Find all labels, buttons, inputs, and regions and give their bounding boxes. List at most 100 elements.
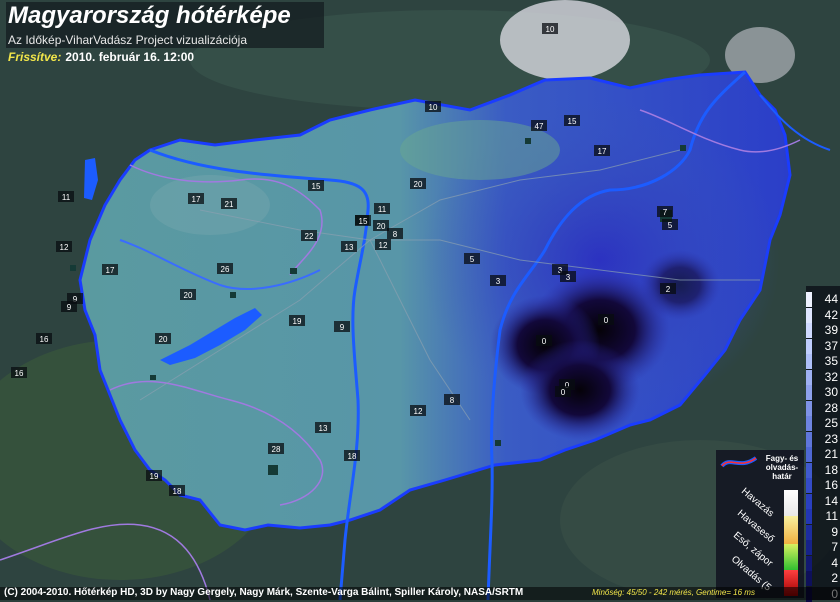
scale-tick: 16 [824,478,838,492]
scale-tick: 14 [824,493,838,508]
scale-tick: 23 [824,431,838,446]
scale-swatch [806,571,812,586]
station-value: 20 [377,222,386,231]
scale-swatch [806,540,812,555]
scale-swatch [806,524,812,540]
footer-bar: (C) 2004-2010. Hőtérkép HD, 3D by Nagy G… [0,587,840,600]
station-value: 5 [470,255,475,264]
copyright-text: (C) 2004-2010. Hőtérkép HD, 3D by Nagy G… [4,587,524,598]
station-value: 16 [40,335,49,344]
frost-line-text: olvadás- [765,463,799,472]
scale-swatch [806,385,812,400]
scale-swatch [806,323,812,338]
scale-tick: 28 [824,400,838,415]
station-value: 10 [429,103,438,112]
frost-line-text: határ [772,472,792,481]
snow-depth-map: 10104715171517212011152082213 12111217 265… [0,0,840,600]
station-value: 18 [173,487,182,496]
hills [150,175,270,235]
sleet-color [784,516,798,544]
title-panel: Magyarország hótérképe Az Időkép-ViharVa… [6,2,324,48]
scale-tick: 2 [831,571,838,585]
station-value: 11 [62,193,71,202]
update-info: Frissítve: 2010. február 16. 12:00 [8,50,194,64]
station-value: 0 [561,388,566,397]
station-value: 0 [604,316,609,325]
station-value: 16 [15,369,24,378]
scale-tick: 9 [831,524,838,539]
updated-value: 2010. február 16. 12:00 [65,50,195,64]
scale-tick: 35 [824,354,838,368]
station-value: 3 [566,273,571,282]
scale-swatch [806,555,812,571]
station-value: 3 [496,277,501,286]
deep-snow [640,250,720,320]
station-value: 19 [150,472,159,481]
station-value: 12 [60,243,69,252]
scale-tick: 7 [831,540,838,554]
scale-swatch [806,462,812,478]
station-value: 13 [345,243,354,252]
scale-swatch [806,431,812,447]
station-value: 20 [414,180,423,189]
snow-color [784,490,798,516]
station-value: 19 [293,317,302,326]
station-value: 2 [666,285,671,294]
scale-swatch [806,354,812,369]
scale-swatch [806,493,812,509]
frost-line-text: Fagy- és [765,454,799,463]
precip-legend: Fagy- és olvadás- határ Havazás Havaseső… [716,450,804,598]
station-value: 7 [663,208,668,217]
station-value: 15 [568,117,577,126]
scale-tick: 11 [825,509,838,523]
scale-tick: 42 [824,307,838,322]
station-value: 21 [225,200,234,209]
scale-swatch [806,369,812,385]
scale-tick: 21 [824,447,838,461]
scale-tick: 30 [824,385,838,399]
scale-swatch [806,509,812,524]
scale-tick: 37 [824,338,838,353]
scale-swatch [806,416,812,431]
snow-depth-scale: 44423937353230282523211816141197420 [806,286,840,602]
quality-text: Minőség: 45/50 - 242 mérés, Gentime= 16 … [592,588,755,597]
scale-swatch [806,478,812,493]
scale-tick: 32 [824,369,838,384]
station-value: 20 [184,291,193,300]
station-value: 13 [319,424,328,433]
station-value: 5 [668,221,673,230]
station-value: 8 [450,396,455,405]
station-value: 15 [359,217,368,226]
deep-snow [520,340,640,440]
station-value: 15 [312,182,321,191]
scale-tick: 18 [824,462,838,477]
station-value: 8 [393,230,398,239]
station-value: 20 [159,335,168,344]
station-value: 9 [67,303,72,312]
rain-color [784,544,798,570]
station-value: 22 [305,232,314,241]
station-value: 12 [414,407,423,416]
scale-swatch [806,292,812,307]
scale-tick: 44 [824,292,838,306]
snow-patch [500,0,630,80]
station-value: 18 [348,452,357,461]
station-value: 47 [535,122,544,131]
station-value: 0 [542,337,547,346]
scale-tick: 39 [824,323,838,337]
station-value: 12 [379,241,388,250]
scale-swatch [806,447,812,462]
scale-tick: 4 [831,555,838,570]
frost-line-label: Fagy- és olvadás- határ [762,454,802,481]
station-value: 11 [378,205,387,214]
station-value: 26 [221,265,230,274]
scale-swatch [806,400,812,416]
updated-label: Frissítve: [8,50,62,64]
page-title: Magyarország hótérképe [8,2,291,29]
frost-line-icon [720,456,758,468]
scale-tick: 25 [824,416,838,430]
station-value: 10 [546,25,555,34]
station-value: 17 [192,195,201,204]
station-value: 28 [272,445,281,454]
scale-swatch [806,307,812,323]
